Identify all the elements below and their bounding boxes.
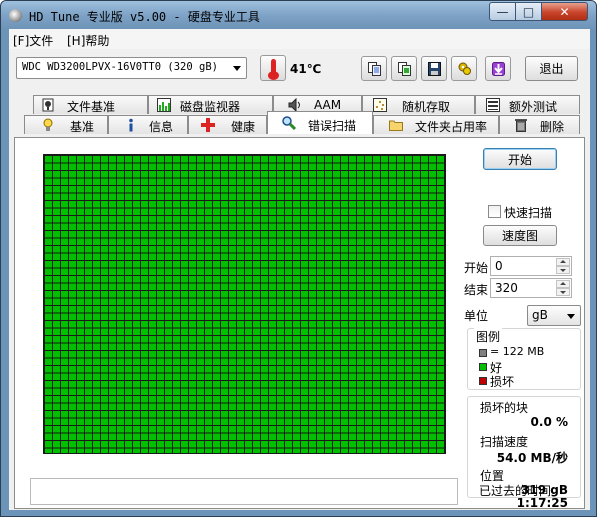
chevron-down-icon bbox=[233, 66, 241, 71]
tab-disk-monitor[interactable]: 磁盘监视器 bbox=[148, 95, 273, 114]
unit-label: 单位 bbox=[464, 309, 489, 323]
legend-group: 图例 = 122 MB 好 损坏 bbox=[467, 328, 581, 390]
speaker-icon bbox=[288, 98, 300, 112]
chevron-down-icon bbox=[567, 314, 575, 319]
end-input[interactable]: 320 bbox=[490, 278, 572, 298]
window-title: HD Tune 专业版 v5.00 - 硬盘专业工具 bbox=[29, 10, 260, 24]
legend-block-swatch bbox=[479, 349, 487, 357]
menu-help[interactable]: [H]帮助 bbox=[67, 32, 109, 49]
start-spin-up[interactable] bbox=[556, 258, 570, 266]
unit-select[interactable]: gB bbox=[527, 305, 581, 326]
app-icon bbox=[9, 9, 22, 22]
trash-icon bbox=[515, 119, 527, 132]
start-label: 开始 bbox=[464, 261, 489, 275]
options-icon bbox=[458, 62, 471, 75]
benchmark-icon bbox=[43, 118, 53, 131]
end-spin-up[interactable] bbox=[556, 280, 570, 288]
damaged-blocks-label: 损坏的块 bbox=[480, 401, 529, 415]
download-button[interactable] bbox=[485, 56, 511, 81]
close-button[interactable]: ✕ bbox=[541, 2, 588, 21]
extra-tests-icon bbox=[486, 98, 500, 112]
tab-extra-tests[interactable]: 额外测试 bbox=[475, 95, 580, 114]
tab-file-benchmark[interactable]: 文件基准 bbox=[33, 95, 148, 114]
temperature-value: 41℃ bbox=[290, 62, 322, 76]
menu-bar: [F]文件 [H]帮助 bbox=[9, 29, 590, 49]
copy-info-button[interactable] bbox=[361, 56, 387, 81]
random-access-icon bbox=[373, 98, 387, 112]
quick-scan-checkbox[interactable] bbox=[488, 205, 501, 218]
error-scan-panel: 开始 快速扫描 速度图 开始 0 结束 320 单位 gB 图例 = 122 M… bbox=[14, 137, 585, 510]
start-input-value: 0 bbox=[495, 259, 503, 273]
tab-folder-usage[interactable]: 文件夹占用率 bbox=[373, 115, 499, 134]
legend-good-swatch bbox=[479, 363, 487, 371]
damaged-blocks-value: 0.0 % bbox=[530, 415, 568, 429]
tab-benchmark[interactable]: 基准 bbox=[24, 115, 108, 134]
menu-file[interactable]: [F]文件 bbox=[13, 32, 53, 49]
status-field bbox=[30, 478, 458, 505]
legend-block-size: = 122 MB bbox=[490, 345, 545, 358]
drive-select[interactable]: WDC WD3200LPVX-16V0TT0 (320 gB) bbox=[16, 57, 247, 79]
quick-scan-label: 快速扫描 bbox=[504, 206, 553, 220]
copy-info-icon bbox=[368, 62, 381, 76]
start-input[interactable]: 0 bbox=[490, 256, 572, 276]
info-icon bbox=[129, 118, 133, 132]
unit-select-value: gB bbox=[532, 308, 548, 322]
minimize-button[interactable]: — bbox=[489, 2, 516, 21]
health-icon bbox=[201, 118, 215, 132]
magnifier-icon bbox=[282, 116, 296, 130]
block-map-grid bbox=[43, 154, 446, 454]
options-button[interactable] bbox=[451, 56, 477, 81]
copy-screenshot-icon bbox=[398, 62, 411, 76]
maximize-button[interactable]: □ bbox=[515, 2, 542, 21]
exit-button[interactable]: 退出 bbox=[525, 56, 578, 81]
tab-random-access[interactable]: 随机存取 bbox=[362, 95, 475, 114]
scan-speed-label: 扫描速度 bbox=[480, 435, 529, 449]
main-window: HD Tune 专业版 v5.00 - 硬盘专业工具 — □ ✕ [F]文件 [… bbox=[0, 0, 597, 517]
thermometer-icon bbox=[260, 55, 286, 81]
tab-error-scan[interactable]: 错误扫描 bbox=[267, 111, 373, 134]
legend-damaged-label: 损坏 bbox=[490, 375, 515, 389]
speed-map-button[interactable]: 速度图 bbox=[483, 225, 557, 246]
end-input-value: 320 bbox=[495, 281, 518, 295]
folder-icon bbox=[389, 120, 403, 131]
end-spin-down[interactable] bbox=[556, 288, 570, 296]
legend-damaged-swatch bbox=[479, 377, 487, 385]
tab-info[interactable]: 信息 bbox=[108, 115, 188, 134]
disk-monitor-icon bbox=[157, 98, 171, 112]
client-area: [F]文件 [H]帮助 WDC WD3200LPVX-16V0TT0 (320 … bbox=[9, 29, 590, 510]
file-benchmark-icon bbox=[42, 98, 54, 112]
end-label: 结束 bbox=[464, 283, 489, 297]
start-scan-button[interactable]: 开始 bbox=[483, 148, 557, 170]
toolbar: WDC WD3200LPVX-16V0TT0 (320 gB) 41℃ 退出 bbox=[9, 51, 590, 87]
download-icon bbox=[492, 62, 505, 76]
start-spin-down[interactable] bbox=[556, 266, 570, 274]
scan-speed-value: 54.0 MB/秒 bbox=[496, 451, 568, 465]
drive-select-value: WDC WD3200LPVX-16V0TT0 (320 gB) bbox=[22, 61, 218, 73]
save-button[interactable] bbox=[421, 56, 447, 81]
tab-health[interactable]: 健康 bbox=[188, 115, 267, 134]
save-icon bbox=[428, 62, 441, 76]
legend-title: 图例 bbox=[474, 328, 503, 345]
copy-screenshot-button[interactable] bbox=[391, 56, 417, 81]
tab-erase[interactable]: 删除 bbox=[499, 115, 580, 134]
title-bar[interactable]: HD Tune 专业版 v5.00 - 硬盘专业工具 — □ ✕ bbox=[1, 1, 596, 29]
elapsed-value: 1:17:25 bbox=[516, 496, 568, 510]
